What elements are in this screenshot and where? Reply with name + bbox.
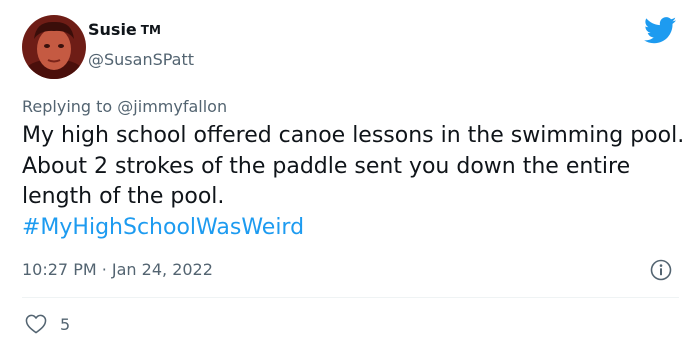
tm-mark: TM — [140, 23, 161, 37]
twitter-bird-svg — [644, 17, 677, 44]
like-button[interactable]: 5 — [25, 313, 70, 335]
divider — [22, 297, 679, 298]
avatar-photo — [22, 15, 86, 79]
info-icon[interactable] — [650, 259, 672, 281]
tweet-card: Susie TM @SusanSPatt Replying to @jimmyfa… — [0, 0, 700, 349]
tweet-timestamp[interactable]: 10:27 PM · Jan 24, 2022 — [22, 260, 213, 279]
like-count: 5 — [60, 314, 71, 334]
info-icon-svg — [650, 259, 672, 281]
hashtag-link[interactable]: #MyHighSchoolWasWeird — [22, 213, 687, 244]
display-name-text: Susie — [88, 20, 137, 39]
display-name[interactable]: Susie TM — [88, 20, 161, 39]
user-handle[interactable]: @SusanSPatt — [88, 50, 194, 69]
replying-to: Replying to @jimmyfallon — [22, 97, 227, 116]
replying-to-prefix: Replying to — [22, 97, 118, 116]
heart-icon — [25, 314, 47, 334]
tweet-text: My high school offered canoe lessons in … — [22, 121, 687, 243]
avatar[interactable] — [22, 15, 86, 79]
reply-mention-link[interactable]: @jimmyfallon — [117, 97, 227, 116]
twitter-bird-icon[interactable] — [644, 17, 677, 44]
tweet-body: My high school offered canoe lessons in … — [22, 123, 685, 209]
